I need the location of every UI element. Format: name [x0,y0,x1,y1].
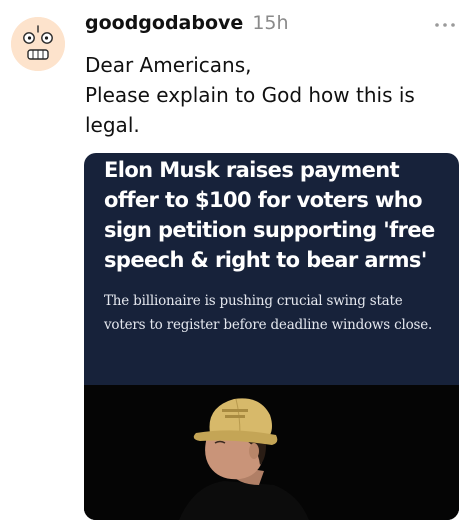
headline-line: Elon Musk raises payment [104,158,400,182]
post-timestamp[interactable]: 15h [252,12,288,34]
more-dots-icon [435,23,455,27]
post-text-line: Dear Americans, [85,53,252,77]
username-link[interactable]: goodgodabove [85,12,243,34]
post-text-line: Please explain to God how this is [85,83,415,107]
headline-line: sign petition supporting 'free [104,218,435,242]
cartoon-face-avatar-icon [11,17,65,71]
more-options-button[interactable] [433,17,457,33]
news-photo-icon [84,385,459,520]
news-link-card[interactable]: Elon Musk raises payment offer to $100 f… [84,153,459,520]
subhead-line: The billionaire is pushing crucial swing… [104,293,403,309]
card-headline: Elon Musk raises payment offer to $100 f… [104,155,449,275]
headline-line: speech & right to bear arms' [104,248,427,272]
subhead-line: voters to register before deadline windo… [104,317,433,333]
post-body-text: Dear Americans, Please explain to God ho… [85,50,445,140]
user-avatar[interactable] [11,17,65,71]
headline-line: offer to $100 for voters who [104,188,423,212]
post-header: goodgodabove 15h [85,12,289,42]
news-photo [84,385,459,520]
post-text-line: legal. [85,113,140,137]
card-subheadline: The billionaire is pushing crucial swing… [104,289,449,337]
